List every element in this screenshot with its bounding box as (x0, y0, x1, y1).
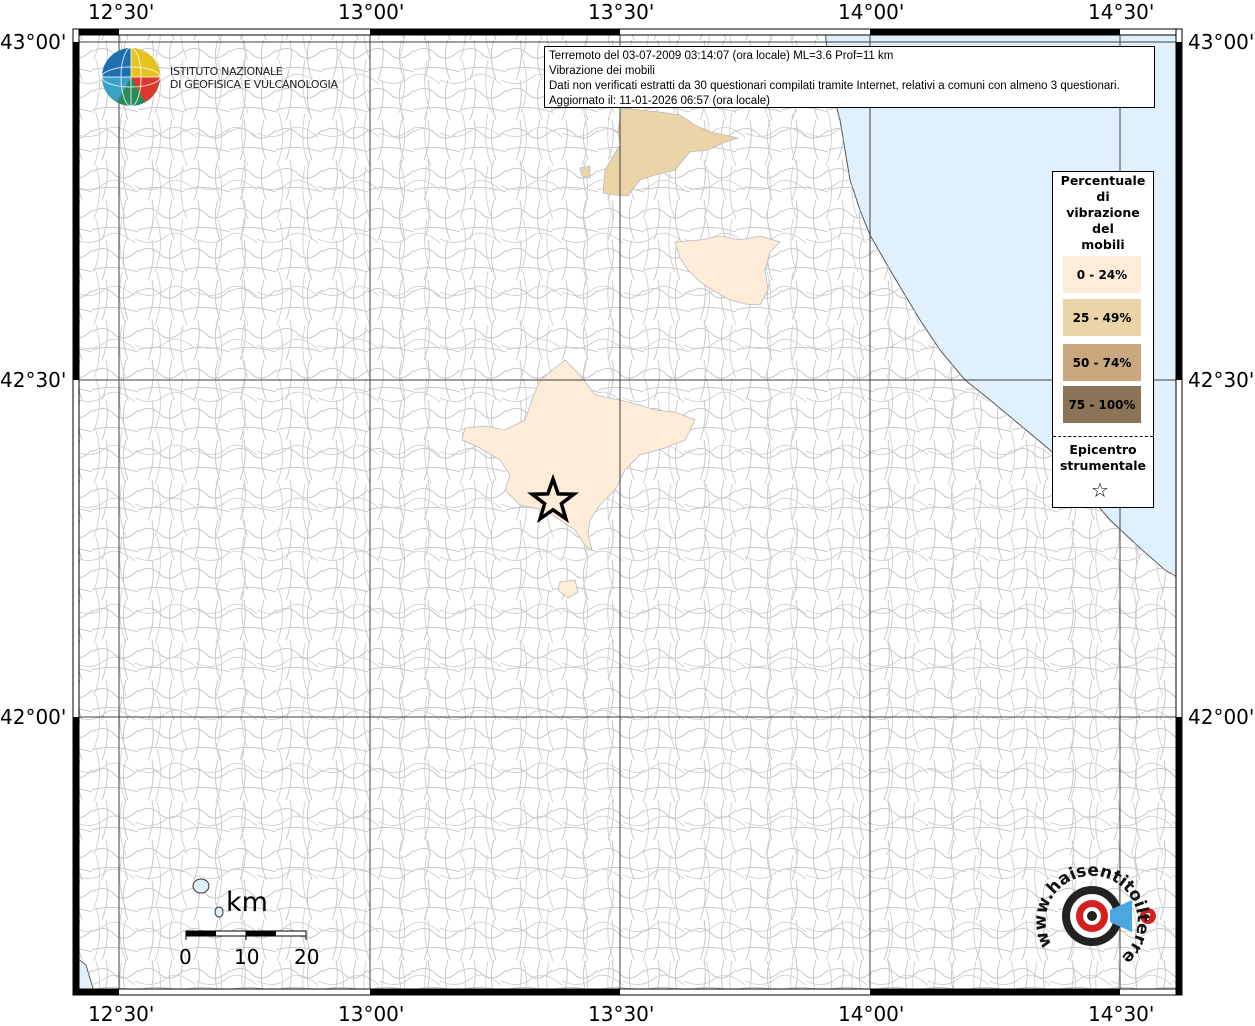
legend-title-line: di (1096, 189, 1110, 204)
lon-label-top-2: 13°00' (338, 0, 405, 24)
lon-label-bottom-1: 12°30' (88, 1002, 155, 1026)
lon-label-top-1: 12°30' (88, 0, 155, 24)
legend-class-25-49: 25 - 49% (1063, 299, 1141, 336)
lat-label-left-1: 43°00' (0, 30, 67, 54)
map-canvas: ? www.haisentitoilterremoto.it (0, 0, 1183, 996)
legend-epicenter-label: Epicentro strumentale (1053, 442, 1153, 474)
info-line-source: Dati non verificati estratti da 30 quest… (549, 80, 1120, 92)
scale-tick-10: 10 (234, 945, 260, 969)
legend-title-line: Percentuale (1060, 173, 1146, 188)
lat-label-left-3: 42°00' (0, 705, 67, 729)
lat-label-left-2: 42°30' (0, 368, 67, 392)
ingv-name: ISTITUTO NAZIONALE DI GEOFISICA E VULCAN… (170, 65, 338, 91)
legend-title-line: vibrazione (1066, 205, 1140, 220)
legend-class-75-100: 75 - 100% (1063, 386, 1141, 423)
lon-label-bottom-2: 13°00' (338, 1002, 405, 1026)
legend: Percentuale di vibrazione del mobili 0 -… (1052, 171, 1154, 508)
ingv-logo-icon (101, 47, 161, 107)
info-line-updated: Aggiornato il: 11-01-2026 06:57 (ora loc… (549, 95, 770, 107)
legend-title-line: mobili (1081, 237, 1125, 252)
lat-label-right-1: 43°00' (1188, 30, 1255, 54)
lake-2 (214, 906, 224, 918)
lake-1 (192, 878, 210, 894)
legend-title: Percentuale di vibrazione del mobili (1053, 173, 1153, 253)
lat-label-right-2: 42°30' (1188, 368, 1255, 392)
lon-label-bottom-5: 14°30' (1088, 1002, 1155, 1026)
scale-unit: km (226, 887, 268, 918)
lon-label-top-5: 14°30' (1088, 0, 1155, 24)
info-line-parameter: Vibrazione dei mobili (549, 65, 655, 77)
legend-divider (1053, 436, 1153, 437)
lon-label-bottom-4: 14°00' (838, 1002, 905, 1026)
scale-tick-20: 20 (294, 945, 320, 969)
lon-label-bottom-3: 13°30' (588, 1002, 655, 1026)
info-line-event: Terremoto del 03-07-2009 03:14:07 (ora l… (549, 50, 894, 62)
legend-epicenter-line: strumentale (1059, 458, 1147, 473)
legend-epicenter-line: Epicentro (1069, 442, 1137, 457)
legend-class-50-74: 50 - 74% (1063, 344, 1141, 381)
lon-label-top-4: 14°00' (838, 0, 905, 24)
lat-label-right-3: 42°00' (1188, 705, 1255, 729)
ingv-line-1: ISTITUTO NAZIONALE (170, 65, 283, 78)
legend-class-0-24: 0 - 24% (1063, 256, 1141, 293)
legend-star-icon: ☆ (1091, 478, 1109, 502)
legend-title-line: del (1092, 221, 1114, 236)
scale-tick-0: 0 (179, 945, 192, 969)
lon-label-top-3: 13°30' (588, 0, 655, 24)
ingv-line-2: DI GEOFISICA E VULCANOLOGIA (170, 78, 338, 91)
info-box: Terremoto del 03-07-2009 03:14:07 (ora l… (544, 46, 1155, 108)
